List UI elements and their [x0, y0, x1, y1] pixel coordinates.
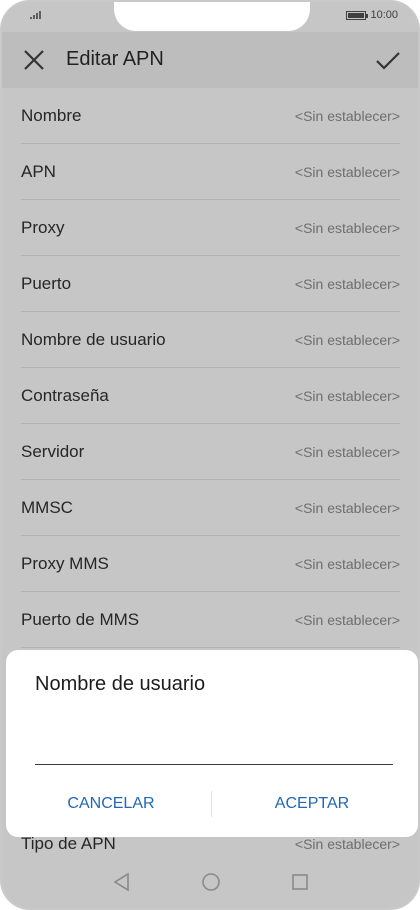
- list-item-mmsc[interactable]: MMSC <Sin establecer>: [2, 480, 418, 536]
- list-item-label: Servidor: [21, 442, 85, 461]
- list-item-label: APN: [21, 162, 56, 181]
- list-item-value: <Sin establecer>: [294, 276, 400, 292]
- phone-screen: 10:00 Editar APN Nombre <Sin establecer>…: [0, 0, 420, 910]
- navigation-bar: [2, 858, 418, 908]
- battery-icon: [346, 10, 369, 20]
- close-icon: [24, 50, 44, 70]
- button-divider: [211, 791, 212, 817]
- home-circle-icon: [202, 873, 220, 891]
- status-bar: 10:00: [2, 2, 418, 32]
- username-dialog: Nombre de usuario CANCELAR ACEPTAR: [6, 650, 418, 837]
- list-item-label: Nombre de usuario: [21, 330, 166, 349]
- check-icon: [376, 52, 400, 70]
- recents-button[interactable]: [288, 870, 312, 894]
- list-item-puerto-de-mms[interactable]: Puerto de MMS <Sin establecer>: [2, 592, 418, 648]
- list-item-value: <Sin establecer>: [294, 332, 400, 348]
- home-button[interactable]: [199, 870, 223, 894]
- list-item-value: <Sin establecer>: [294, 388, 400, 404]
- status-right: 10:00: [346, 9, 398, 21]
- status-time: 10:00: [370, 9, 398, 21]
- camera-notch: [114, 2, 310, 31]
- dialog-title: Nombre de usuario: [35, 673, 206, 695]
- accept-button[interactable]: ACEPTAR: [227, 786, 397, 822]
- list-item-apn[interactable]: APN <Sin establecer>: [2, 144, 418, 200]
- list-item-puerto[interactable]: Puerto <Sin establecer>: [2, 256, 418, 312]
- list-item-proxy-mms[interactable]: Proxy MMS <Sin establecer>: [2, 536, 418, 592]
- divider: [21, 647, 400, 648]
- list-item-label: Nombre: [21, 106, 82, 125]
- signal-icon: [30, 11, 41, 19]
- close-button[interactable]: [20, 46, 48, 74]
- list-item-label: Tipo de APN: [21, 834, 116, 853]
- list-item-label: Proxy MMS: [21, 554, 109, 573]
- username-input[interactable]: [35, 740, 393, 765]
- list-item-label: Contraseña: [21, 386, 109, 405]
- list-item-value: <Sin establecer>: [294, 220, 400, 236]
- list-item-value: <Sin establecer>: [294, 500, 400, 516]
- back-button[interactable]: [110, 870, 134, 894]
- cancel-button[interactable]: CANCELAR: [26, 786, 196, 822]
- list-item-label: Proxy: [21, 218, 65, 237]
- list-item-value: <Sin establecer>: [294, 556, 400, 572]
- app-toolbar: Editar APN: [2, 32, 418, 88]
- page-title: Editar APN: [66, 48, 164, 70]
- recents-square-icon: [292, 874, 308, 890]
- list-item-contrasena[interactable]: Contraseña <Sin establecer>: [2, 368, 418, 424]
- list-item-label: MMSC: [21, 498, 73, 517]
- list-item-servidor[interactable]: Servidor <Sin establecer>: [2, 424, 418, 480]
- list-item-nombre-de-usuario[interactable]: Nombre de usuario <Sin establecer>: [2, 312, 418, 368]
- confirm-button[interactable]: [374, 46, 402, 74]
- list-item-value: <Sin establecer>: [294, 444, 400, 460]
- list-item-label: Puerto de MMS: [21, 610, 140, 629]
- list-item-proxy[interactable]: Proxy <Sin establecer>: [2, 200, 418, 256]
- list-item-value: <Sin establecer>: [294, 108, 400, 124]
- list-item-value: <Sin establecer>: [294, 164, 400, 180]
- back-triangle-icon: [113, 872, 129, 892]
- list-item-value: <Sin establecer>: [294, 612, 400, 628]
- list-item-label: Puerto: [21, 274, 72, 293]
- list-item-value: <Sin establecer>: [294, 836, 400, 852]
- list-item-nombre[interactable]: Nombre <Sin establecer>: [2, 88, 418, 144]
